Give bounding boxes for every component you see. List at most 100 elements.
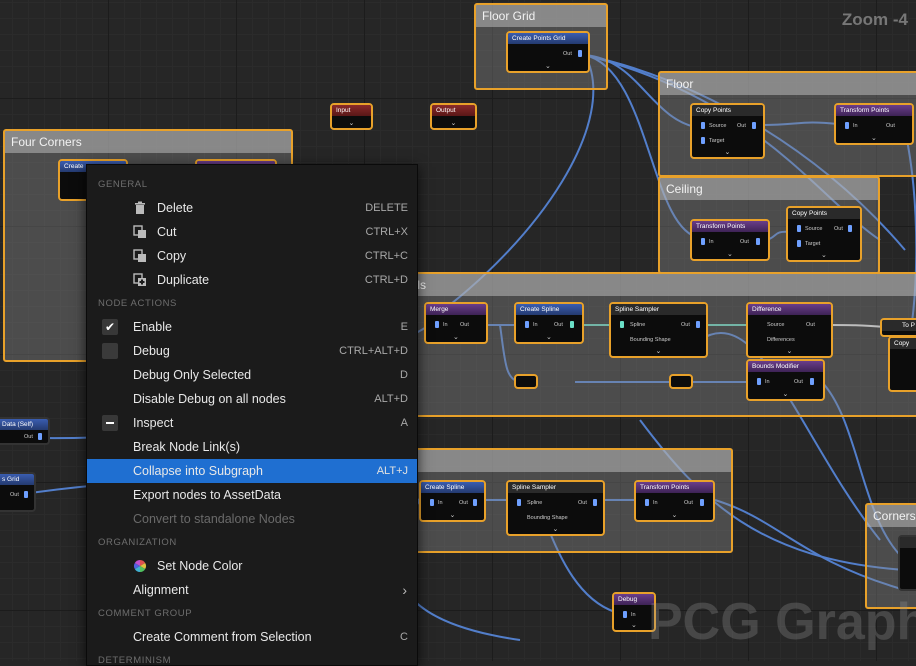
out-pin[interactable]	[570, 321, 574, 328]
menu-item-disable-debug-all[interactable]: Disable Debug on all nodes ALT+D	[87, 387, 417, 411]
inspect-checkbox[interactable]	[102, 415, 118, 431]
menu-item-label: Cut	[157, 225, 177, 239]
in-pin[interactable]	[525, 321, 529, 328]
node-output[interactable]: Output ⌄	[430, 103, 477, 130]
chevron-down-icon[interactable]: ⌄	[545, 62, 551, 70]
out-pin[interactable]	[810, 378, 814, 385]
node-difference[interactable]: Difference Source Out Differences ⌄	[746, 302, 833, 358]
in-pin[interactable]	[623, 611, 627, 618]
chevron-down-icon[interactable]: ⌄	[631, 621, 637, 629]
menu-item-break-links[interactable]: Break Node Link(s)	[87, 435, 417, 459]
out-pin[interactable]	[752, 122, 756, 129]
menu-item-debug-only-selected[interactable]: Debug Only Selected D	[87, 363, 417, 387]
spline-pin[interactable]	[517, 499, 521, 506]
trash-icon	[135, 201, 145, 214]
chevron-down-icon[interactable]: ⌄	[871, 134, 877, 142]
menu-item-duplicate[interactable]: Duplicate CTRL+D	[87, 268, 417, 292]
menu-item-debug[interactable]: Debug CTRL+ALT+D	[87, 339, 417, 363]
pin-label: Out	[740, 239, 749, 245]
node-ceiling-transform-points[interactable]: Transform Points In Out ⌄	[690, 219, 770, 261]
node-create-points-grid[interactable]: Create Points Grid Out ⌄	[506, 31, 590, 73]
chevron-down-icon[interactable]: ⌄	[821, 251, 827, 259]
node-title	[900, 537, 916, 548]
menu-item-collapse-subgraph[interactable]: Collapse into Subgraph ALT+J	[87, 459, 417, 483]
enable-checkbox[interactable]: ✔	[102, 319, 118, 335]
out-pin[interactable]	[696, 321, 700, 328]
in-pin[interactable]	[430, 499, 434, 506]
node-input[interactable]: Input ⌄	[330, 103, 373, 130]
out-pin[interactable]	[848, 225, 852, 232]
menu-item-export-nodes[interactable]: Export nodes to AssetData	[87, 483, 417, 507]
chevron-down-icon[interactable]: ⌄	[787, 347, 793, 355]
target-pin[interactable]	[701, 137, 705, 144]
source-pin[interactable]	[797, 225, 801, 232]
node-create-spline-1[interactable]: Create Spline In Out ⌄	[514, 302, 584, 344]
cut-icon	[133, 225, 146, 238]
in-pin[interactable]	[757, 378, 761, 385]
target-pin[interactable]	[797, 240, 801, 247]
in-pin[interactable]	[701, 238, 705, 245]
chevron-down-icon[interactable]: ⌄	[451, 119, 457, 127]
node-create-spline-2[interactable]: Create Spline In Out ⌄	[419, 480, 486, 522]
menu-item-enable[interactable]: ✔ Enable E	[87, 315, 417, 339]
pin-label: In	[443, 322, 448, 328]
node-merge[interactable]: Merge In Out ⌄	[424, 302, 488, 344]
menu-item-label: Duplicate	[157, 273, 210, 287]
node-ceiling-copy-points[interactable]: Copy Points Source Out Target ⌄	[786, 206, 862, 262]
pin-label: Out	[460, 322, 469, 328]
reroute-node[interactable]	[669, 374, 693, 389]
node-corners-partial[interactable]	[898, 535, 916, 591]
menu-item-create-comment[interactable]: Create Comment from Selection C	[87, 625, 417, 649]
in-pin[interactable]	[645, 499, 649, 506]
out-pin[interactable]	[24, 491, 28, 498]
node-spline-sampler-1[interactable]: Spline Sampler Spline Out Bounding Shape…	[609, 302, 708, 358]
menu-item-label: Copy	[157, 249, 187, 263]
debug-checkbox[interactable]	[102, 343, 118, 359]
node-spline-sampler-2[interactable]: Spline Sampler Spline Out Bounding Shape…	[506, 480, 605, 536]
out-pin[interactable]	[700, 499, 704, 506]
node-bounds-modifier[interactable]: Bounds Modifier In Out ⌄	[746, 359, 825, 401]
chevron-down-icon[interactable]: ⌄	[349, 119, 355, 127]
menu-item-delete[interactable]: Delete DELETE	[87, 196, 417, 220]
chevron-down-icon[interactable]: ⌄	[656, 347, 662, 355]
node-s-grid[interactable]: s Grid Out	[0, 472, 36, 512]
node-floor-copy-points[interactable]: Copy Points Source Out Target ⌄	[690, 103, 765, 159]
chevron-right-icon: ›	[402, 582, 407, 598]
node-to-point[interactable]: To P	[880, 318, 916, 337]
out-pin[interactable]	[38, 433, 42, 440]
node-title: Transform Points	[636, 482, 713, 493]
node-data-self[interactable]: Data (Self) Out	[0, 417, 50, 445]
node-transform-points-3[interactable]: Transform Points In Out ⌄	[634, 480, 715, 522]
out-pin[interactable]	[756, 238, 760, 245]
chevron-down-icon[interactable]: ⌄	[553, 525, 559, 533]
node-floor-transform-points[interactable]: Transform Points In Out ⌄	[834, 103, 914, 145]
out-pin[interactable]	[578, 50, 582, 57]
source-pin[interactable]	[701, 122, 705, 129]
menu-item-copy[interactable]: Copy CTRL+C	[87, 244, 417, 268]
chevron-down-icon[interactable]: ⌄	[727, 250, 733, 258]
menu-item-cut[interactable]: Cut CTRL+X	[87, 220, 417, 244]
chevron-down-icon[interactable]: ⌄	[725, 148, 731, 156]
menu-item-shortcut: ALT+J	[376, 465, 408, 477]
menu-item-inspect[interactable]: Inspect A	[87, 411, 417, 435]
menu-item-set-node-color[interactable]: Set Node Color	[87, 554, 417, 578]
duplicate-icon	[133, 273, 146, 286]
in-pin[interactable]	[435, 321, 439, 328]
chevron-down-icon[interactable]: ⌄	[783, 390, 789, 398]
menu-item-alignment[interactable]: Alignment ›	[87, 578, 417, 602]
chevron-down-icon[interactable]: ⌄	[546, 333, 552, 341]
in-pin[interactable]	[845, 122, 849, 129]
pin-label: Spline	[630, 322, 646, 328]
spline-pin[interactable]	[620, 321, 624, 328]
node-copy-right[interactable]: Copy	[888, 336, 916, 392]
node-title: Output	[432, 105, 475, 116]
chevron-down-icon[interactable]: ⌄	[672, 511, 678, 519]
chevron-down-icon[interactable]: ⌄	[453, 333, 459, 341]
out-pin[interactable]	[593, 499, 597, 506]
node-title: Input	[332, 105, 371, 116]
chevron-down-icon[interactable]: ⌄	[450, 511, 456, 519]
reroute-node[interactable]	[514, 374, 538, 389]
menu-item-shortcut: E	[400, 321, 408, 333]
out-pin[interactable]	[473, 499, 477, 506]
pin-label: In	[631, 612, 636, 618]
